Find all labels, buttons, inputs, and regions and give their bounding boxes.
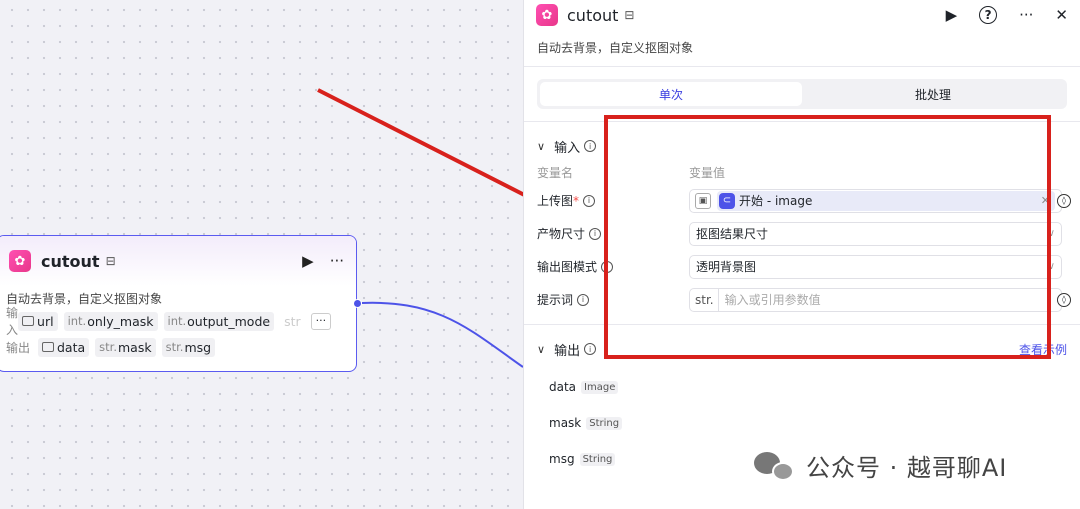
chevron-down-icon: ∨ (1047, 261, 1055, 272)
input-chip-overflow: str (284, 313, 301, 329)
param-row-upload-image: 上传图 * i ▣ ⊂ 开始 - image ✕ ◊ (524, 184, 1080, 217)
input-chip-only-mask: int. only_mask (63, 311, 158, 331)
canvas-node-cutout[interactable]: ✿ cutout ⊟ ▶ ··· 自动去背景，自定义抠图对象 输入 url in… (0, 235, 357, 372)
node-description: 自动去背景，自定义抠图对象 (6, 292, 163, 306)
annotation-arrow-line (317, 88, 549, 209)
node-more-button[interactable]: ··· (330, 252, 344, 270)
input-chip-url: url (18, 311, 58, 331)
param-column-labels: 变量名 变量值 (537, 166, 726, 180)
run-button[interactable]: ▶ (946, 6, 958, 24)
output-chip-data: data (38, 337, 90, 357)
connection-edge (361, 301, 524, 368)
panel-header: ✿ cutout ⊟ ▶ ? ··· ✕ (524, 0, 1080, 30)
output-section-title: 输出 (554, 343, 581, 359)
node-output-port[interactable] (353, 299, 362, 308)
image-icon (42, 342, 54, 352)
info-icon[interactable]: i (601, 260, 614, 273)
info-icon[interactable]: i (583, 194, 596, 207)
upload-image-field[interactable]: ▣ ⊂ 开始 - image ✕ ◊ (689, 188, 1071, 213)
plugin-icon: ⊟ (624, 8, 635, 22)
chevron-down-icon: ∨ (1047, 228, 1055, 239)
inputs-more-button[interactable]: ··· (310, 312, 332, 330)
prompt-placeholder: 输入或引用参数值 (724, 293, 821, 307)
input-section-header[interactable]: ∨ 输入 i (524, 136, 1080, 156)
type-badge: String (579, 452, 616, 466)
variable-toggle-icon[interactable]: ◊ (1057, 292, 1071, 307)
info-icon[interactable]: i (584, 140, 597, 152)
chevron-down-icon[interactable]: ∨ (537, 343, 545, 356)
chevron-down-icon[interactable]: ∨ (537, 140, 545, 153)
type-badge: String (586, 416, 623, 430)
output-item-data: data Image (524, 369, 1080, 405)
run-node-button[interactable]: ▶ (302, 252, 314, 270)
param-row-prompt: 提示词 i str. 输入或引用参数值 ◊ (524, 283, 1080, 316)
node-output-label: 输出 (6, 340, 31, 355)
input-section-title: 输入 (554, 140, 581, 156)
start-node-icon: ⊂ (719, 192, 735, 209)
plugin-icon: ⊟ (105, 254, 116, 268)
node-settings-panel: ✿ cutout ⊟ ▶ ? ··· ✕ 自动去背景，自定义抠图对象 单次 批处… (523, 0, 1080, 509)
output-section-header[interactable]: ∨ 输出 i 查看示例 (524, 339, 1080, 359)
variable-reference-tag[interactable]: ⊂ 开始 - image ✕ (717, 190, 1055, 211)
output-chip-msg: str. msg (161, 337, 216, 357)
info-icon[interactable]: i (577, 293, 590, 306)
image-icon (22, 316, 35, 326)
variable-toggle-icon[interactable]: ◊ (1057, 193, 1071, 208)
output-item-mask: mask String (524, 405, 1080, 441)
watermark: 公众号 · 越哥聊AI (754, 448, 1007, 483)
close-icon[interactable]: ✕ (1055, 6, 1068, 24)
node-header: ✿ cutout ⊟ ▶ ··· (0, 236, 356, 286)
output-mode-select[interactable]: 透明背景图 ∨ (689, 254, 1062, 279)
string-type-prefix: str. (695, 288, 719, 311)
prompt-input[interactable]: str. 输入或引用参数值 ◊ (689, 287, 1071, 312)
type-badge: Image (581, 380, 619, 394)
image-type-icon: ▣ (695, 192, 711, 209)
node-outputs-row: 输出 data str. mask str. msg (0, 334, 356, 360)
divider (524, 66, 1080, 67)
panel-title: cutout (567, 5, 619, 25)
run-mode-tabs: 单次 批处理 (537, 79, 1067, 109)
input-chip-output-mode: int. output_mode (163, 311, 275, 331)
node-title: cutout (41, 251, 100, 271)
node-input-label: 输入 (6, 306, 19, 337)
param-row-output-size: 产物尺寸 i 抠图结果尺寸 ∨ (524, 217, 1080, 250)
tab-batch[interactable]: 批处理 (802, 82, 1064, 106)
panel-more-button[interactable]: ··· (1019, 6, 1033, 24)
wechat-logo-icon (754, 450, 798, 482)
param-row-output-mode: 输出图模式 i 透明背景图 ∨ (524, 250, 1080, 283)
output-chip-mask: str. mask (95, 337, 156, 357)
panel-description: 自动去背景，自定义抠图对象 (537, 41, 694, 55)
output-size-select[interactable]: 抠图结果尺寸 ∨ (689, 221, 1062, 246)
node-inputs-row: 输入 url int. only_mask int. output_mode str… (0, 306, 356, 337)
help-icon[interactable]: ? (979, 6, 998, 24)
clear-icon[interactable]: ✕ (1041, 194, 1050, 207)
info-icon[interactable]: i (584, 343, 597, 355)
tab-single[interactable]: 单次 (540, 82, 802, 106)
cutout-app-icon: ✿ (9, 250, 31, 272)
cutout-app-icon: ✿ (536, 4, 558, 26)
view-example-link[interactable]: 查看示例 (1019, 341, 1067, 358)
info-icon[interactable]: i (589, 227, 602, 240)
